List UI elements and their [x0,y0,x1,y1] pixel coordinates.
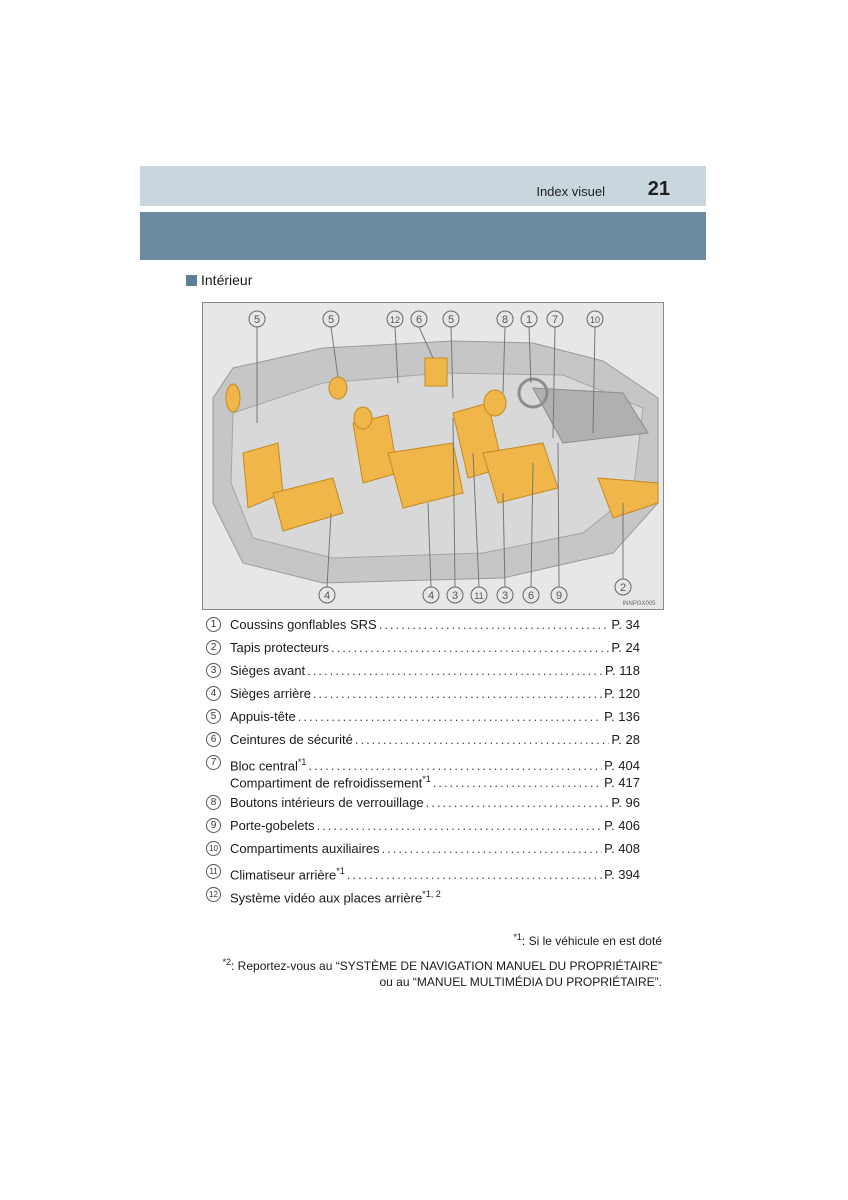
index-list: 1 Coussins gonflables SRS P. 34 2 Tapis p… [206,616,640,909]
callout-3b: 3 [502,590,508,602]
item-page[interactable]: P. 408 [604,840,640,857]
list-item: 10 Compartiments auxiliaires P. 408 [206,840,640,863]
item-number: 7 [206,755,221,770]
section-title: Index visuel [536,184,605,199]
list-item: 7 Bloc central*1P. 404 Compartiment de r… [206,754,640,794]
callout-3a: 3 [452,590,458,602]
item-number: 12 [206,887,221,902]
callout-group-top: 5 5 12 6 5 8 1 7 10 [248,310,604,328]
header-band: Index visuel 21 [140,166,706,206]
list-item: 11 Climatiseur arrière*1 P. 394 [206,863,640,886]
item-number: 4 [206,686,221,701]
footnote-mark: *1, 2 [422,889,441,899]
list-item: 1 Coussins gonflables SRS P. 34 [206,616,640,639]
item-label[interactable]: Ceintures de sécurité [230,731,353,748]
callout-5c: 5 [448,314,454,326]
item-number: 1 [206,617,221,632]
list-item: 8 Boutons intérieurs de verrouillage P. 9… [206,794,640,817]
item-label[interactable]: Sièges avant [230,662,305,679]
callout-1: 1 [526,314,532,326]
item-number: 10 [206,841,221,856]
section-heading-label: Intérieur [201,272,253,288]
callout-5a: 5 [254,314,260,326]
footnote-1-mark: *1 [513,932,522,942]
item-page[interactable]: P. 28 [611,731,640,748]
front-headrest [483,389,507,417]
list-item: 12 Système vidéo aux places arrière*1, 2 [206,886,640,909]
item-label[interactable]: Compartiments auxiliaires [230,840,380,857]
list-item: 9 Porte-gobelets P. 406 [206,817,640,840]
sub-item-page[interactable]: P. 417 [604,774,640,791]
footnote-1: *1: Si le véhicule en est doté [513,932,662,948]
interior-illustration: 5 5 12 6 5 8 1 7 10 4 4 3 11 3 6 9 2 INN… [202,302,664,610]
item-number: 2 [206,640,221,655]
footnote-1-text: : Si le véhicule en est doté [521,934,662,948]
sub-item-label[interactable]: Compartiment de refroidissement [230,775,422,790]
footnote-2-line2: ou au “MANUEL MULTIMÉDIA DU PROPRIÉTAIRE… [379,975,663,989]
item-label[interactable]: Tapis protecteurs [230,639,329,656]
heading-square-icon [186,274,197,286]
list-item: 4 Sièges arrière P. 120 [206,685,640,708]
list-item: 2 Tapis protecteurs P. 24 [206,639,640,662]
item-page[interactable]: P. 118 [605,662,640,679]
footnote-mark: *1 [297,757,307,767]
callout-8: 8 [502,314,508,326]
item-page[interactable]: P. 96 [611,794,640,811]
item-label[interactable]: Porte-gobelets [230,817,315,834]
item-page[interactable]: P. 394 [604,866,640,883]
second-row-headrest [328,376,348,400]
list-item: 3 Sièges avant P. 118 [206,662,640,685]
page-number: 21 [647,178,670,200]
item-number: 9 [206,818,221,833]
item-page[interactable]: P. 136 [604,708,640,725]
footnote-2-line1: : Reportez-vous au “SYSTÈME DE NAVIGATIO… [231,959,662,973]
item-number: 5 [206,709,221,724]
item-page[interactable]: P. 406 [604,817,640,834]
callout-4b: 4 [428,590,434,602]
second-row-headrest-2 [353,406,373,430]
list-item: 5 Appuis-tête P. 136 [206,708,640,731]
item-number: 3 [206,663,221,678]
footnote-2: *2: Reportez-vous au “SYSTÈME DE NAVIGAT… [223,954,663,990]
callout-6a: 6 [416,314,422,326]
chapter-band [140,212,706,260]
callout-group-bottom: 4 4 3 11 3 6 9 2 [318,578,632,604]
callout-11: 11 [474,591,483,601]
item-label[interactable]: Climatiseur arrière [230,867,336,882]
callout-10: 10 [590,315,600,325]
item-label[interactable]: Boutons intérieurs de verrouillage [230,794,424,811]
callout-7: 7 [552,314,558,326]
footnote-2-mark: *2 [222,957,232,967]
callout-5b: 5 [328,314,334,326]
callout-4a: 4 [324,590,330,602]
item-label[interactable]: Appuis-tête [230,708,296,725]
callout-2: 2 [620,582,626,594]
item-page[interactable]: P. 34 [611,616,640,633]
item-number: 6 [206,732,221,747]
vehicle-interior-diagram: 5 5 12 6 5 8 1 7 10 4 4 3 11 3 6 9 2 INN… [212,310,659,607]
callout-9: 9 [556,590,562,602]
footnote-mark: *1 [336,866,345,876]
third-row-headrest [225,383,241,413]
image-code: INNPGX005 [622,601,656,607]
item-label[interactable]: Sièges arrière [230,685,311,702]
item-label[interactable]: Système vidéo aux places arrière [230,890,422,905]
section-heading: Intérieur [186,272,252,288]
list-item: 6 Ceintures de sécurité P. 28 [206,731,640,754]
item-page[interactable]: P. 24 [611,639,640,656]
item-number: 11 [206,864,221,879]
item-page[interactable]: P. 120 [604,685,640,702]
rear-video-screen [424,357,448,387]
item-label[interactable]: Coussins gonflables SRS [230,616,377,633]
callout-6b: 6 [528,590,534,602]
footnote-mark: *1 [422,774,431,784]
item-number: 8 [206,795,221,810]
callout-12: 12 [390,315,400,325]
